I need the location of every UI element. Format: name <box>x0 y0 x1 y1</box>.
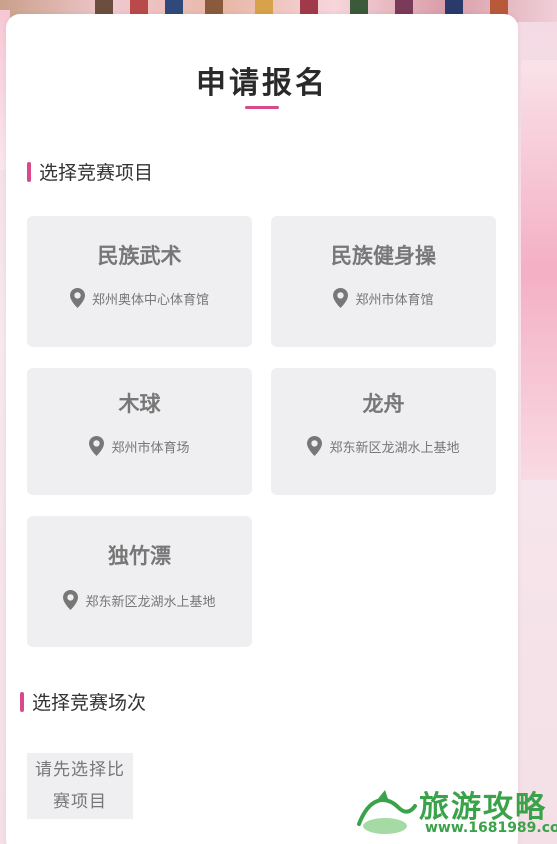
event-location-text: 郑东新区龙湖水上基地 <box>329 440 460 456</box>
event-card-martial-arts[interactable]: 民族武术 郑州奥体中心体育馆 <box>27 216 252 347</box>
section-label: 选择竞赛场次 <box>32 692 147 714</box>
section-header-event: 选择竞赛项目 <box>27 158 153 185</box>
section-marker <box>20 691 24 712</box>
event-location-text: 郑州奥体中心体育馆 <box>91 292 209 308</box>
location-pin-icon <box>333 288 349 308</box>
event-location: 郑东新区龙湖水上基地 <box>271 436 496 456</box>
event-card-fitness[interactable]: 民族健身操 郑州市体育馆 <box>271 216 496 347</box>
location-pin-icon <box>307 436 323 456</box>
event-location-text: 郑州市体育场 <box>111 440 190 456</box>
watermark: 旅游攻略 www.1681989.com <box>355 780 557 840</box>
event-location: 郑州奥体中心体育馆 <box>27 288 252 308</box>
location-pin-icon <box>69 288 85 308</box>
section-label: 选择竞赛项目 <box>39 162 154 184</box>
page-title: 申请报名 <box>196 66 328 101</box>
section-header-session: 选择竞赛场次 <box>20 688 146 715</box>
session-placeholder: 请先选择比赛项目 <box>27 753 133 819</box>
title-underline <box>245 106 279 109</box>
event-name: 独竹漂 <box>108 544 171 568</box>
location-pin-icon <box>63 590 79 610</box>
event-name: 龙舟 <box>362 392 405 416</box>
event-location: 郑东新区龙湖水上基地 <box>27 590 252 610</box>
event-location: 郑州市体育馆 <box>271 288 496 308</box>
event-card-dragon-boat[interactable]: 龙舟 郑东新区龙湖水上基地 <box>271 368 496 495</box>
event-name: 民族健身操 <box>331 244 436 268</box>
event-name: 民族武术 <box>97 244 182 268</box>
event-location-text: 郑州市体育馆 <box>355 292 434 308</box>
event-card-woodball[interactable]: 木球 郑州市体育场 <box>27 368 252 495</box>
section-marker <box>27 161 31 182</box>
event-name: 木球 <box>118 392 161 416</box>
location-pin-icon <box>89 436 105 456</box>
event-location: 郑州市体育场 <box>27 436 252 456</box>
event-card-bamboo-drifting[interactable]: 独竹漂 郑东新区龙湖水上基地 <box>27 516 252 647</box>
event-location-text: 郑东新区龙湖水上基地 <box>85 594 216 610</box>
background-decoration <box>521 60 557 480</box>
watermark-url: www.1681989.com <box>425 820 557 836</box>
watermark-logo-icon <box>357 790 417 834</box>
